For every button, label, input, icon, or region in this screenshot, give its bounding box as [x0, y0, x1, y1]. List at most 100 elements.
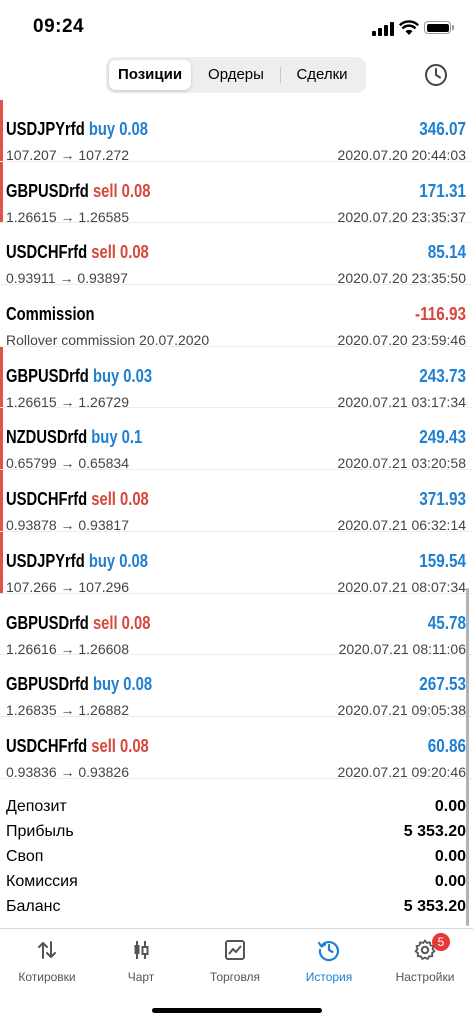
- deal-datetime: 2020.07.20 23:59:46: [337, 332, 466, 349]
- deal-prices: 0.65799 → 0.65834: [6, 455, 129, 472]
- deal-symbol: USDCHFrfd sell 0.08: [6, 242, 149, 263]
- deal-profit: 45.78: [427, 612, 466, 633]
- deal-symbol: USDCHFrfd sell 0.08: [6, 489, 149, 510]
- open-position-marker: [0, 161, 3, 223]
- deal-profit: 267.53: [419, 674, 466, 695]
- deal-row[interactable]: USDJPYrfd buy 0.08 346.07 107.207 → 107.27…: [0, 100, 473, 163]
- tab-settings-label: Настройки: [395, 970, 455, 984]
- segment-positions[interactable]: Позиции: [109, 60, 191, 90]
- volume-label: 0.08: [123, 674, 153, 695]
- side-label: buy: [92, 674, 120, 695]
- deal-side: buy 0.08: [89, 551, 148, 571]
- side-label: sell: [91, 242, 116, 263]
- summary-value: 5 353.20: [403, 898, 466, 915]
- deal-row[interactable]: Commission -116.93 Rollover commission 20.…: [0, 285, 473, 349]
- side-label: buy: [91, 427, 118, 448]
- tab-quotes[interactable]: Котировки: [0, 929, 94, 994]
- deal-row[interactable]: GBPUSDrfd sell 0.08 45.78 1.26616 → 1.2660…: [0, 594, 473, 657]
- deal-prices: 0.93878 → 0.93817: [6, 517, 129, 534]
- symbol-name: Commission: [6, 304, 95, 325]
- volume-label: 0.08: [119, 550, 148, 571]
- summary-value: 5 353.20: [403, 823, 466, 840]
- symbol-name: GBPUSDrfd: [6, 674, 89, 695]
- side-label: sell: [92, 612, 118, 633]
- deal-profit: 346.07: [419, 119, 466, 139]
- deal-row[interactable]: USDCHFrfd sell 0.08 60.86 0.93836 → 0.9382…: [0, 717, 473, 780]
- volume-label: 0.08: [121, 612, 151, 633]
- deal-row[interactable]: GBPUSDrfd buy 0.03 243.73 1.26615 → 1.2672…: [0, 346, 473, 410]
- deal-prices: 0.93911 → 0.93897: [6, 270, 128, 287]
- summary-label: Баланс: [6, 898, 61, 915]
- symbol-name: USDCHFrfd: [6, 242, 88, 263]
- tab-settings[interactable]: 5 Настройки: [378, 929, 472, 994]
- deal-symbol: GBPUSDrfd sell 0.08: [6, 181, 150, 202]
- deal-datetime: 2020.07.21 06:32:14: [337, 517, 466, 534]
- symbol-name: USDJPYrfd: [6, 550, 85, 571]
- history-clock-icon: [317, 941, 340, 962]
- summary-row: Депозит 0.00: [0, 795, 473, 820]
- volume-label: 0.08: [120, 242, 149, 263]
- status-bar: 09:24: [0, 0, 473, 56]
- volume-label: 0.1: [121, 427, 143, 448]
- deal-row[interactable]: GBPUSDrfd sell 0.08 171.31 1.26615 → 1.265…: [0, 161, 473, 225]
- segment-orders[interactable]: Ордеры: [192, 60, 280, 90]
- symbol-name: GBPUSDrfd: [6, 612, 89, 633]
- summary-value: 0.00: [434, 798, 466, 815]
- open-position-marker: [0, 531, 3, 593]
- deal-row[interactable]: NZDUSDrfd buy 0.1 249.43 0.65799 → 0.65834…: [0, 408, 473, 472]
- tab-chart[interactable]: Чарт: [94, 929, 188, 994]
- deal-symbol: USDJPYrfd buy 0.08: [6, 119, 148, 140]
- open-position-marker: [0, 408, 3, 470]
- deal-symbol: GBPUSDrfd buy 0.03: [6, 366, 152, 387]
- open-position-marker: [0, 346, 3, 408]
- segment-deals[interactable]: Сделки: [281, 60, 363, 90]
- deal-symbol: USDJPYrfd buy 0.08: [6, 551, 148, 572]
- period-clock-icon[interactable]: [424, 63, 448, 87]
- symbol-name: USDJPYrfd: [6, 119, 85, 139]
- summary-value: 0.00: [434, 873, 466, 890]
- status-time: 09:24: [33, 16, 85, 37]
- deal-row[interactable]: USDCHFrfd sell 0.08 371.93 0.93878 → 0.938…: [0, 470, 473, 534]
- deal-prices: 0.93836 → 0.93826: [6, 763, 129, 780]
- candlestick-chart-icon: [134, 941, 149, 959]
- side-label: buy: [88, 119, 116, 139]
- trade-chart-icon: [225, 940, 245, 960]
- tab-quotes-label: Котировки: [18, 970, 76, 984]
- deal-symbol: GBPUSDrfd sell 0.08: [6, 613, 150, 634]
- tab-trade-label: Торговля: [209, 970, 261, 984]
- summary-label: Своп: [6, 848, 44, 865]
- home-indicator[interactable]: [152, 1008, 322, 1013]
- deal-side: buy 0.08: [89, 119, 148, 139]
- deal-row[interactable]: USDJPYrfd buy 0.08 159.54 107.266 → 107.29…: [0, 531, 473, 595]
- summary-row: Баланс 5 353.20: [0, 895, 473, 920]
- summary-label: Прибыль: [6, 823, 74, 840]
- deals-list: USDJPYrfd buy 0.08 346.07 107.207 → 107.27…: [0, 100, 473, 780]
- deal-datetime: 2020.07.21 08:11:06: [338, 640, 466, 657]
- deal-datetime: 2020.07.21 03:20:58: [337, 455, 466, 472]
- volume-label: 0.08: [119, 119, 148, 139]
- deal-profit: 85.14: [427, 242, 466, 263]
- deal-side: sell 0.08: [91, 489, 148, 509]
- deal-datetime: 2020.07.21 09:20:46: [337, 763, 466, 780]
- tab-history[interactable]: История: [282, 929, 376, 994]
- open-position-marker: [0, 470, 3, 531]
- settings-badge: 5: [432, 933, 450, 951]
- summary-label: Комиссия: [6, 873, 78, 890]
- deal-row[interactable]: USDCHFrfd sell 0.08 85.14 0.93911 → 0.9389…: [0, 223, 473, 287]
- deal-row[interactable]: GBPUSDrfd buy 0.08 267.53 1.26835 → 1.2688…: [0, 655, 473, 718]
- deal-symbol: GBPUSDrfd buy 0.08: [6, 674, 152, 695]
- side-label: buy: [92, 365, 120, 386]
- deal-profit: 60.86: [427, 735, 466, 756]
- side-label: buy: [88, 550, 116, 571]
- deal-side: sell 0.08: [91, 736, 148, 756]
- summary-value: 0.00: [434, 848, 466, 865]
- deal-prices: 107.207 → 107.272: [6, 147, 129, 163]
- quotes-arrows-icon: [38, 941, 56, 959]
- deal-prices: 1.26615 → 1.26585: [6, 208, 129, 225]
- deal-symbol: NZDUSDrfd buy 0.1: [6, 427, 142, 448]
- deal-profit: 171.31: [419, 180, 466, 201]
- tab-trade[interactable]: Торговля: [188, 929, 282, 994]
- summary-block: Депозит 0.00 Прибыль 5 353.20 Своп 0.00 Комисс…: [0, 795, 473, 920]
- symbol-name: GBPUSDrfd: [6, 365, 89, 386]
- deal-side: sell 0.08: [93, 613, 150, 633]
